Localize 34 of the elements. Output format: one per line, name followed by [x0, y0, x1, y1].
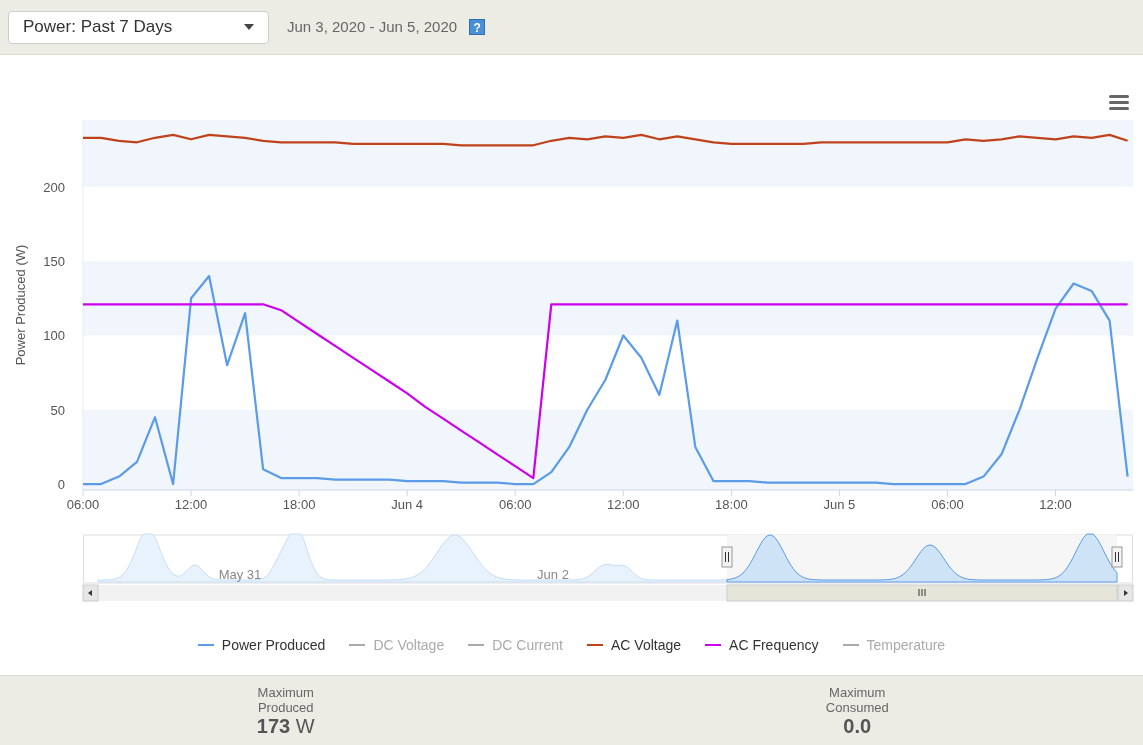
axis-label: 06:00 — [931, 497, 964, 512]
scroll-left-button[interactable] — [82, 584, 99, 602]
stat-value: 173 W — [255, 714, 316, 737]
navigator-label: May 31 — [218, 567, 262, 582]
axis-label: 12:00 — [174, 497, 208, 512]
axis-label: 150 — [43, 254, 65, 270]
axis-label: 0 — [57, 477, 65, 493]
range-handle[interactable] — [1111, 546, 1123, 568]
period-select[interactable]: Power: Past 7 Days — [8, 10, 269, 44]
stat-value: 0.0 — [842, 714, 873, 737]
axis-label: 12:00 — [1039, 497, 1072, 512]
axis-label: 50 — [50, 402, 65, 418]
range-handle[interactable] — [721, 546, 733, 568]
legend-item[interactable]: AC Voltage — [587, 634, 682, 656]
axis-label: 200 — [43, 179, 65, 195]
scroll-right-button[interactable] — [1117, 584, 1134, 602]
axis-label: Jun 5 — [823, 497, 856, 512]
menu-icon[interactable] — [1109, 95, 1129, 110]
legend-item[interactable]: AC Frequency — [705, 634, 819, 656]
caret-icon — [244, 24, 254, 30]
date-range: Jun 3, 2020 - Jun 5, 2020 — [287, 16, 458, 37]
stat-label: Maximum Produced — [256, 684, 315, 715]
axis-label: 06:00 — [498, 497, 532, 512]
axis-label: 18:00 — [282, 497, 316, 512]
axis-label: 06:00 — [66, 497, 100, 512]
axis-title: Power Produced (W) — [13, 244, 28, 366]
axis-label: Jun 4 — [391, 497, 424, 512]
axis-label: 100 — [43, 328, 65, 344]
legend-item[interactable]: Power Produced — [197, 634, 326, 656]
axis-label: 18:00 — [715, 497, 748, 512]
scrollbar-thumb[interactable] — [726, 584, 1118, 602]
stat-label: Maximum Consumed — [824, 684, 890, 715]
navigator-label: Jun 2 — [537, 567, 569, 582]
axis-label: 12:00 — [607, 497, 640, 512]
